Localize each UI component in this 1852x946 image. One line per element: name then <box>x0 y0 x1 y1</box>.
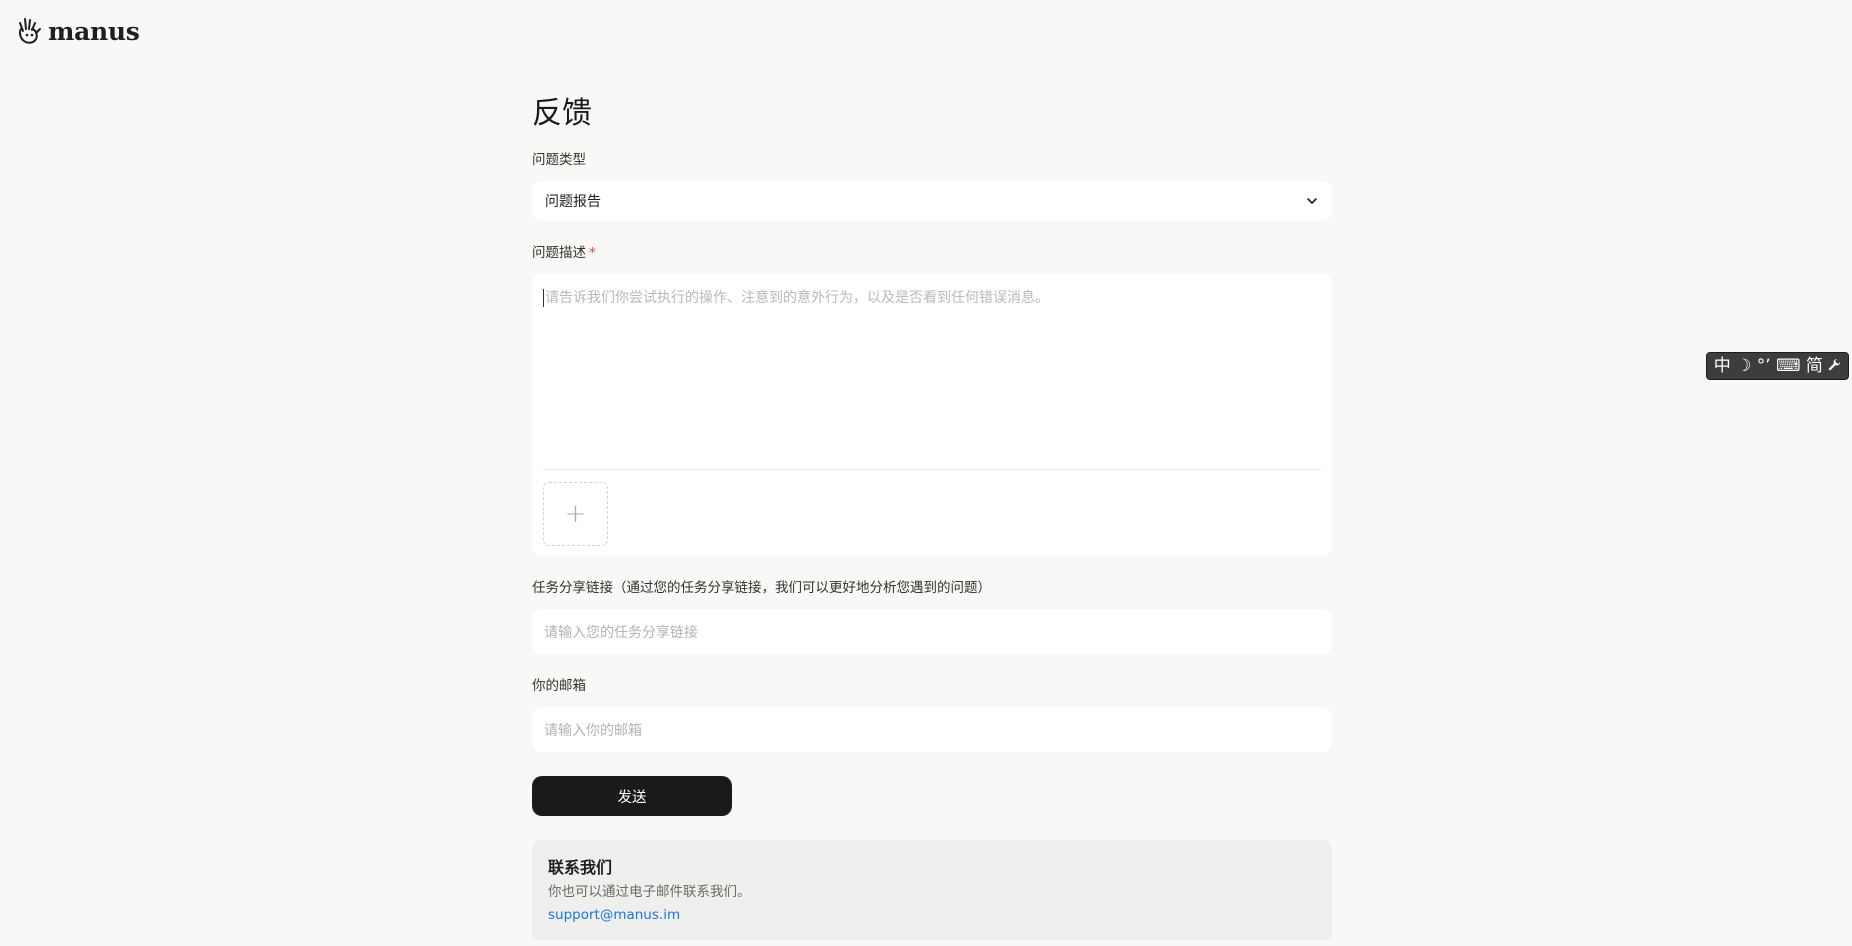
punctuation-icon[interactable]: °ʼ <box>1757 357 1771 375</box>
contact-card: 联系我们 你也可以通过电子邮件联系我们。 support@manus.im <box>532 840 1332 940</box>
manus-hand-icon <box>19 18 41 44</box>
moon-icon[interactable]: ☽ <box>1736 357 1751 375</box>
chevron-down-icon <box>1307 198 1317 204</box>
submit-button[interactable]: 发送 <box>532 776 732 816</box>
brand-name: manus <box>48 16 140 46</box>
divider <box>543 469 1321 470</box>
brand-logo[interactable]: manus <box>14 16 140 46</box>
share-link-label: 任务分享链接（通过您的任务分享链接，我们可以更好地分析您遇到的问题） <box>532 580 991 596</box>
email-input[interactable]: 请输入你的邮箱 <box>532 707 1332 752</box>
keyboard-icon[interactable]: ⌨ <box>1776 357 1801 375</box>
description-group: 问题描述 * 请告诉我们你尝试执行的操作、注意到的意外行为，以及是否看到任何错误消… <box>532 243 1332 556</box>
issue-type-select[interactable]: 问题报告 <box>532 181 1332 221</box>
feedback-form: 反馈 问题类型 问题报告 问题描述 * 请告诉我们你尝试执行的操作、注意到的意外行… <box>532 92 1332 940</box>
required-mark: * <box>589 245 596 261</box>
description-textarea[interactable]: 请告诉我们你尝试执行的操作、注意到的意外行为，以及是否看到任何错误消息。 <box>543 288 1321 469</box>
upload-attachment-button[interactable]: + <box>543 482 608 546</box>
share-link-placeholder: 请输入您的任务分享链接 <box>544 624 698 641</box>
email-placeholder: 请输入你的邮箱 <box>544 722 642 739</box>
ime-chinese-mode[interactable]: 中 <box>1714 357 1731 375</box>
issue-type-group: 问题类型 问题报告 <box>532 150 1332 221</box>
share-link-group: 任务分享链接（通过您的任务分享链接，我们可以更好地分析您遇到的问题） 请输入您的… <box>532 578 1332 654</box>
description-box: 请告诉我们你尝试执行的操作、注意到的意外行为，以及是否看到任何错误消息。 + <box>532 274 1332 556</box>
support-email-link[interactable]: support@manus.im <box>548 905 1316 925</box>
email-group: 你的邮箱 请输入你的邮箱 <box>532 676 1332 752</box>
email-label: 你的邮箱 <box>532 678 586 694</box>
ime-toolbar[interactable]: 中 ☽ °ʼ ⌨ 简 <box>1706 352 1849 380</box>
description-label: 问题描述 * <box>532 243 1332 263</box>
text-caret <box>543 289 544 307</box>
issue-type-label: 问题类型 <box>532 152 586 168</box>
ime-simplified-mode[interactable]: 简 <box>1806 357 1823 375</box>
description-placeholder: 请告诉我们你尝试执行的操作、注意到的意外行为，以及是否看到任何错误消息。 <box>545 290 1049 306</box>
page-title: 反馈 <box>532 96 592 131</box>
issue-type-value: 问题报告 <box>545 194 601 210</box>
contact-description: 你也可以通过电子邮件联系我们。 <box>548 884 751 900</box>
plus-icon: + <box>564 499 587 529</box>
share-link-input[interactable]: 请输入您的任务分享链接 <box>532 609 1332 654</box>
wrench-icon[interactable] <box>1828 358 1841 375</box>
contact-title: 联系我们 <box>548 858 613 877</box>
description-label-text: 问题描述 <box>532 245 586 261</box>
